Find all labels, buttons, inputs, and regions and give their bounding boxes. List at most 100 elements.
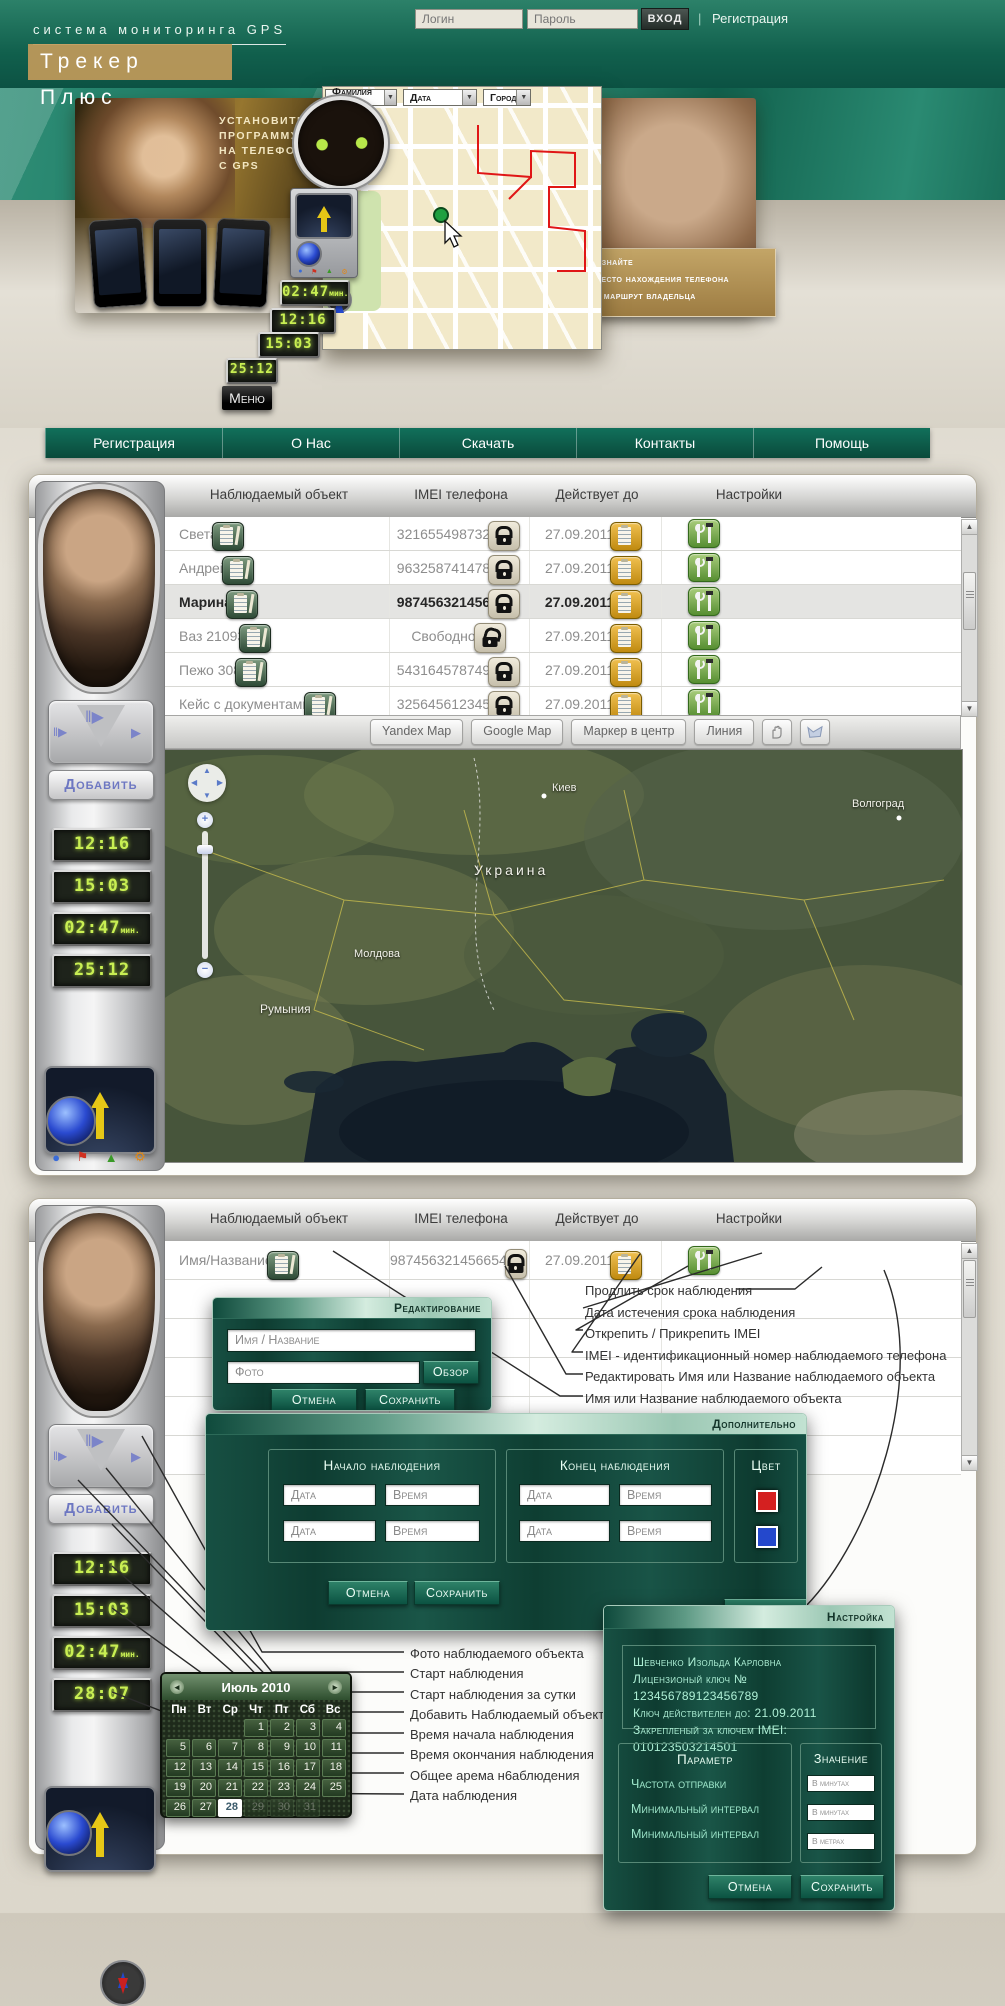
map-mode-button[interactable]: Yandex Map	[370, 719, 464, 745]
start-date-field[interactable]: Дата	[283, 1520, 376, 1542]
password-input[interactable]	[527, 9, 638, 29]
calendar-day[interactable]: 26	[166, 1799, 190, 1817]
gear-icon[interactable]: ⚙	[134, 1149, 146, 1165]
zoom-in-button[interactable]: +	[197, 812, 213, 828]
calendar-day[interactable]: 30	[270, 1799, 294, 1817]
end-time-field[interactable]: Время	[619, 1484, 712, 1506]
prolong-clipboard-icon[interactable]	[610, 522, 643, 551]
calendar-day[interactable]: 10	[296, 1739, 320, 1757]
edit-clipboard-icon[interactable]	[235, 658, 268, 687]
scroll-down-arrow[interactable]: ▼	[962, 701, 977, 716]
calendar-day[interactable]: 15	[244, 1759, 268, 1777]
calendar-day[interactable]	[322, 1799, 346, 1817]
calendar-day[interactable]: 1	[244, 1719, 268, 1737]
nav-item[interactable]: О Нас	[222, 428, 399, 458]
nav-item[interactable]: Контакты	[576, 428, 753, 458]
settings-tools-icon[interactable]	[688, 519, 720, 548]
start-date-field[interactable]: Дата	[283, 1484, 376, 1506]
lock-icon[interactable]	[488, 588, 521, 619]
play-pause-button[interactable]: ‖▶	[85, 707, 104, 727]
edit-clipboard-icon[interactable]	[266, 1250, 299, 1280]
calendar-day[interactable]: 21	[218, 1779, 242, 1797]
map-mode-button[interactable]: Маркер в центр	[571, 719, 687, 745]
zoom-out-button[interactable]: −	[197, 962, 213, 978]
end-date-field[interactable]: Дата	[519, 1484, 610, 1506]
prolong-clipboard-icon[interactable]	[610, 556, 643, 585]
value-input[interactable]: В минутах	[807, 1804, 875, 1821]
play-slow-button[interactable]: ‖▶	[53, 725, 67, 739]
register-link[interactable]: Регистрация	[712, 11, 788, 26]
table-row[interactable]: Пежо 308 543164578749 27.09.2011	[163, 653, 961, 687]
calendar-day[interactable]: 14	[218, 1759, 242, 1777]
save-button[interactable]: Сохранить	[365, 1389, 455, 1410]
edit-clipboard-icon[interactable]	[211, 522, 244, 551]
pan-hand-button[interactable]	[762, 719, 793, 745]
settings-tools-icon[interactable]	[688, 621, 720, 650]
table-scrollbar[interactable]: ▲ ▼	[961, 1243, 978, 1471]
color-swatch-red[interactable]	[756, 1490, 778, 1512]
map-pan-control[interactable]: ▲ ▼ ◀ ▶	[188, 764, 226, 802]
calendar-day[interactable]: 20	[192, 1779, 216, 1797]
calendar-day[interactable]: 22	[244, 1779, 268, 1797]
start-time-field[interactable]: Время	[385, 1484, 480, 1506]
lock-icon[interactable]	[473, 622, 506, 653]
chevron-down-icon[interactable]: ▼	[462, 90, 476, 105]
zoom-handle[interactable]	[197, 845, 213, 854]
calendar-day[interactable]: 23	[270, 1779, 294, 1797]
calendar-day[interactable]: 31	[296, 1799, 320, 1817]
table-row[interactable]: Марина 987456321456 27.09.2011	[163, 585, 961, 619]
calendar-day[interactable]: 18	[322, 1759, 346, 1777]
add-object-button[interactable]: Добавить	[48, 1494, 154, 1524]
calendar-prev-icon[interactable]: ◂	[170, 1680, 184, 1694]
save-button[interactable]: Сохранить	[800, 1875, 884, 1899]
enter-button[interactable]: ВХОД	[641, 8, 689, 30]
calendar-day[interactable]: 29	[244, 1799, 268, 1817]
scroll-up-arrow[interactable]: ▲	[962, 1244, 977, 1259]
calendar-day[interactable]: 17	[296, 1759, 320, 1777]
photo-field[interactable]: Фото	[227, 1361, 420, 1384]
map-mode-button[interactable]: Линия	[694, 719, 755, 745]
settings-tools-icon[interactable]	[688, 587, 720, 616]
chevron-down-icon[interactable]: ▼	[516, 90, 531, 105]
play-button[interactable]: ▶	[131, 1449, 141, 1465]
lock-icon[interactable]	[504, 1249, 527, 1279]
settings-tools-icon[interactable]	[688, 655, 720, 684]
settings-tools-icon[interactable]	[688, 689, 720, 718]
calendar-day[interactable]	[192, 1719, 216, 1737]
color-swatch-blue[interactable]	[756, 1526, 778, 1548]
lock-icon[interactable]	[488, 554, 521, 585]
calendar-day[interactable]: 19	[166, 1779, 190, 1797]
calendar-day[interactable]	[218, 1719, 242, 1737]
prolong-clipboard-icon[interactable]	[610, 624, 643, 653]
edit-clipboard-icon[interactable]	[226, 590, 259, 619]
map-zoom-slider[interactable]: + −	[197, 812, 213, 978]
play-slow-button[interactable]: ‖▶	[53, 1449, 67, 1463]
calendar-day[interactable]: 7	[218, 1739, 242, 1757]
calendar-day[interactable]: 12	[166, 1759, 190, 1777]
nav-item[interactable]: Скачать	[399, 428, 576, 458]
calendar-day[interactable]: 9	[270, 1739, 294, 1757]
map-mode-button[interactable]: Google Map	[471, 719, 564, 745]
nav-item[interactable]: Помощь	[753, 428, 930, 458]
table-scrollbar[interactable]: ▲ ▼	[961, 519, 978, 717]
lock-icon[interactable]	[488, 520, 521, 551]
calendar-day[interactable]: 16	[270, 1759, 294, 1777]
cancel-button[interactable]: Отмена	[271, 1389, 357, 1410]
play-button[interactable]: ▶	[131, 725, 141, 741]
calendar-day[interactable]: 11	[322, 1739, 346, 1757]
start-time-field[interactable]: Время	[385, 1520, 480, 1542]
arrow-up-icon[interactable]: ▲	[105, 1150, 118, 1165]
satellite-map[interactable]: Киев Украина Молдова Румыния Волгоград ▲…	[163, 749, 963, 1163]
save-button[interactable]: Сохранить	[414, 1581, 500, 1605]
menu-button[interactable]: Меню	[222, 386, 272, 410]
calendar-day[interactable]: 2	[270, 1719, 294, 1737]
table-row[interactable]: Андрей 963258741478 27.09.2011	[163, 551, 961, 585]
calendar-day[interactable]: 6	[192, 1739, 216, 1757]
table-row[interactable]: Ваз 21093 Свободно 27.09.2011	[163, 619, 961, 653]
settings-tools-icon[interactable]	[688, 553, 720, 582]
calendar-day[interactable]: 27	[192, 1799, 216, 1817]
value-input[interactable]: В метрах	[807, 1833, 875, 1850]
edit-clipboard-icon[interactable]	[239, 624, 272, 653]
prolong-clipboard-icon[interactable]	[610, 590, 643, 619]
nav-item[interactable]: Регистрация	[45, 428, 222, 458]
